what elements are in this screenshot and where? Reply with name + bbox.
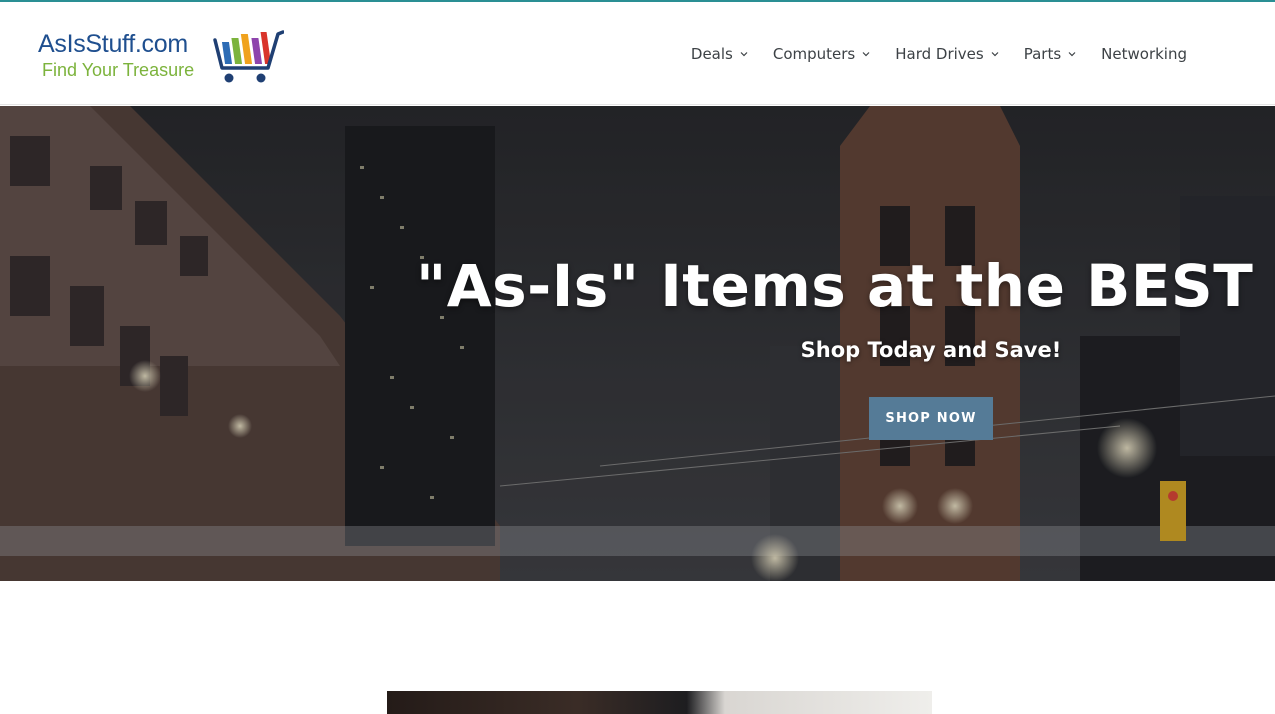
chevron-down-icon [862,52,870,57]
site-logo[interactable]: AsIsStuff.com Find Your Treasure [34,18,284,90]
nav-item-label: Hard Drives [895,45,984,63]
featured-product-image[interactable] [387,691,932,714]
chevron-down-icon [740,52,748,57]
hero-banner: "As-Is" Items at the BEST Prices Shop To… [0,106,1275,581]
chevron-down-icon [991,52,999,57]
nav-item-parts[interactable]: Parts [1024,45,1077,63]
nav-item-deals[interactable]: Deals [691,45,749,63]
logo-wordmark: AsIsStuff.com [38,30,188,58]
chevron-down-icon [1068,52,1076,57]
hero-subtitle: Shop Today and Save! [800,338,1062,362]
nav-item-hard-drives[interactable]: Hard Drives [895,45,999,63]
site-header: AsIsStuff.com Find Your Treasure Deals C… [0,2,1275,105]
hero-title: "As-Is" Items at the BEST Prices [416,252,1275,320]
nav-item-label: Computers [772,45,856,63]
shopping-cart-icon [213,30,284,83]
nav-item-label: Networking [1101,45,1187,63]
nav-item-computers[interactable]: Computers [773,45,871,63]
shop-now-button[interactable]: SHOP NOW [869,397,993,440]
nav-item-label: Parts [1023,45,1062,63]
nav-item-networking[interactable]: Networking [1101,45,1187,63]
logo-tagline: Find Your Treasure [42,60,195,80]
main-navigation: Deals Computers Hard Drives Parts Networ… [691,42,1187,66]
nav-item-label: Deals [690,45,733,63]
